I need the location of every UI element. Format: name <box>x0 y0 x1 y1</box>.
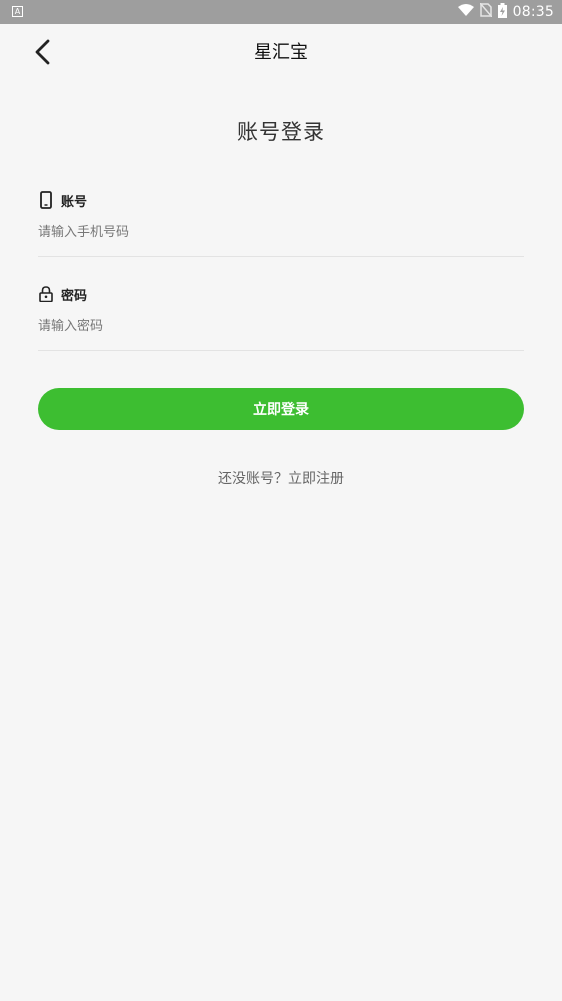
battery-charging-icon <box>497 2 507 22</box>
login-heading: 账号登录 <box>237 120 325 144</box>
wifi-icon <box>457 3 474 21</box>
app-notification-icon: A <box>12 6 23 17</box>
account-label: 账号 <box>61 194 88 210</box>
password-label: 密码 <box>61 288 88 304</box>
account-divider <box>38 256 524 257</box>
status-icons: 08:35 <box>457 0 554 24</box>
status-time: 08:35 <box>512 4 554 20</box>
register-link[interactable]: 还没账号？立即注册 <box>0 468 562 488</box>
account-input[interactable] <box>38 220 524 244</box>
account-field: 账号 <box>38 190 524 257</box>
login-button[interactable]: 立即登录 <box>38 388 524 430</box>
page-title: 星汇宝 <box>254 42 308 63</box>
status-bar: A 08:35 <box>0 0 562 24</box>
header: 星汇宝 <box>0 24 562 80</box>
lock-icon <box>38 285 54 303</box>
password-input[interactable] <box>38 314 524 338</box>
phone-icon <box>38 191 54 209</box>
password-divider <box>38 350 524 351</box>
no-sim-icon <box>479 2 493 21</box>
password-field: 密码 <box>38 284 524 351</box>
